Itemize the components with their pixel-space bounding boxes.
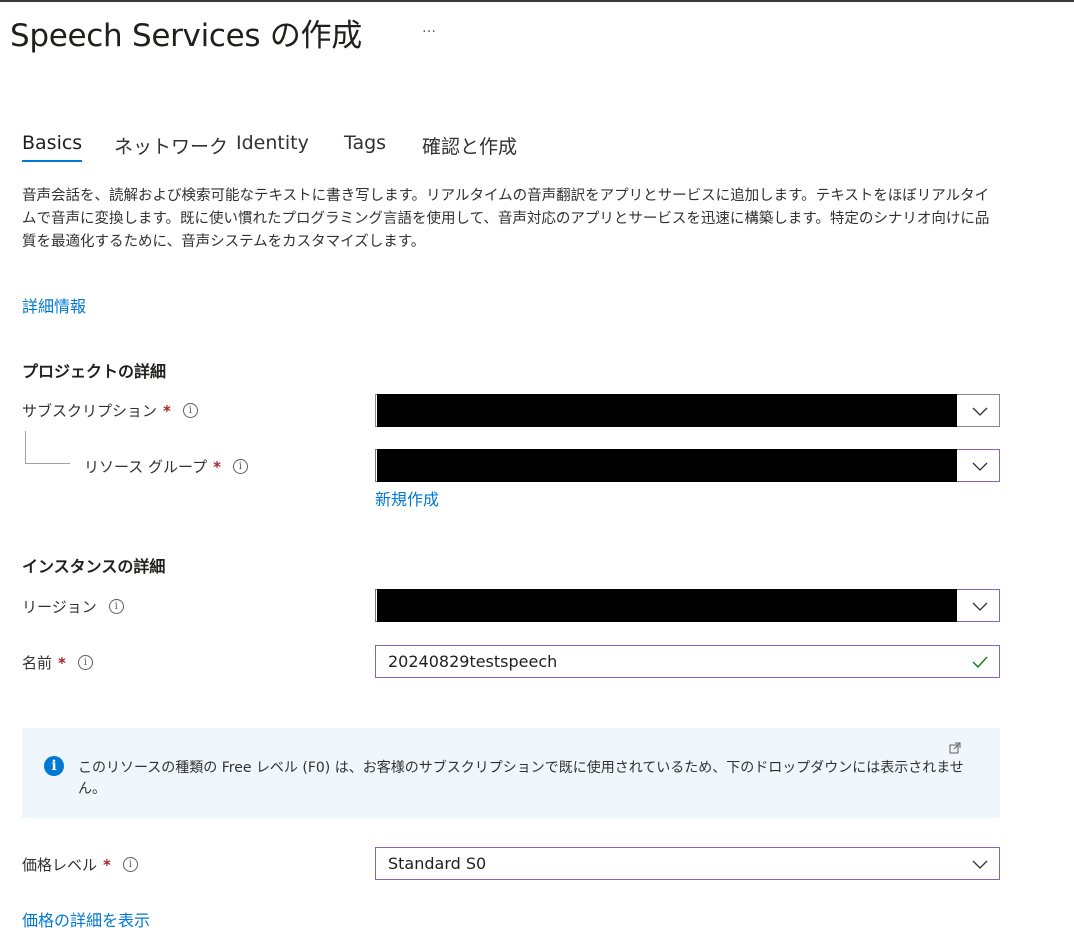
info-icon[interactable]: i	[122, 857, 138, 872]
tab-review-create[interactable]: 確認と作成	[422, 132, 517, 159]
name-label-text: 名前	[22, 654, 53, 672]
subscription-label: サブスクリプション * i	[22, 400, 198, 421]
service-description: 音声会話を、読解および検索可能なテキストに書き写します。リアルタイムの音声翻訳を…	[22, 188, 990, 250]
tree-connector-vertical	[25, 431, 26, 463]
required-marker: *	[163, 401, 171, 420]
info-icon[interactable]: i	[77, 655, 93, 670]
name-input-value: 20240829testspeech	[388, 652, 558, 671]
info-icon[interactable]: i	[182, 403, 198, 418]
free-tier-notice: i このリソースの種類の Free レベル (F0) は、お客様のサブスクリプシ…	[22, 728, 1000, 818]
redacted-value	[377, 589, 957, 622]
region-label-text: リージョン	[22, 598, 97, 616]
learn-more-link[interactable]: 詳細情報	[22, 293, 86, 317]
page-title: Speech Services の作成	[10, 18, 362, 54]
instance-details-heading: インスタンスの詳細	[22, 557, 166, 576]
resource-group-dropdown[interactable]	[375, 449, 1000, 482]
region-dropdown[interactable]	[375, 589, 1000, 622]
subscription-dropdown[interactable]	[375, 394, 1000, 427]
resource-group-label: リソース グループ * i	[84, 456, 248, 477]
info-filled-icon: i	[44, 756, 64, 776]
tree-connector-horizontal	[25, 463, 70, 464]
region-label: リージョン i	[22, 596, 124, 617]
project-details-heading: プロジェクトの詳細	[22, 362, 167, 381]
tab-network[interactable]: ネットワーク	[114, 132, 228, 159]
redacted-value	[377, 449, 957, 482]
checkmark-icon	[972, 656, 988, 669]
info-icon[interactable]: i	[232, 459, 248, 474]
active-tab-indicator	[22, 160, 82, 162]
pricing-tier-dropdown[interactable]: Standard S0	[375, 847, 1000, 880]
tab-tags[interactable]: Tags	[344, 132, 386, 154]
chevron-down-icon	[972, 602, 988, 611]
name-label: 名前 * i	[22, 652, 93, 673]
pricing-tier-value: Standard S0	[388, 854, 487, 873]
info-icon[interactable]: i	[108, 599, 124, 614]
notice-text: このリソースの種類の Free レベル (F0) は、お客様のサブスクリプション…	[78, 760, 964, 797]
tab-basics[interactable]: Basics	[22, 132, 82, 154]
subscription-label-text: サブスクリプション	[22, 402, 158, 420]
name-input[interactable]: 20240829testspeech	[375, 645, 1000, 678]
tab-identity[interactable]: Identity	[236, 132, 309, 154]
pricing-tier-label: 価格レベル * i	[22, 854, 138, 875]
chevron-down-icon	[972, 407, 988, 416]
chevron-down-icon	[972, 860, 988, 869]
required-marker: *	[213, 457, 221, 476]
external-link-icon[interactable]	[949, 742, 961, 754]
required-marker: *	[58, 653, 66, 672]
pricing-details-link[interactable]: 価格の詳細を表示	[22, 907, 150, 931]
redacted-value	[377, 394, 957, 427]
required-marker: *	[103, 855, 111, 874]
create-new-resource-group-link[interactable]: 新規作成	[375, 486, 439, 510]
resource-group-label-text: リソース グループ	[84, 458, 208, 476]
top-border	[0, 0, 1074, 2]
pricing-tier-label-text: 価格レベル	[22, 856, 98, 874]
chevron-down-icon	[972, 462, 988, 471]
more-actions-button[interactable]: …	[422, 20, 437, 36]
